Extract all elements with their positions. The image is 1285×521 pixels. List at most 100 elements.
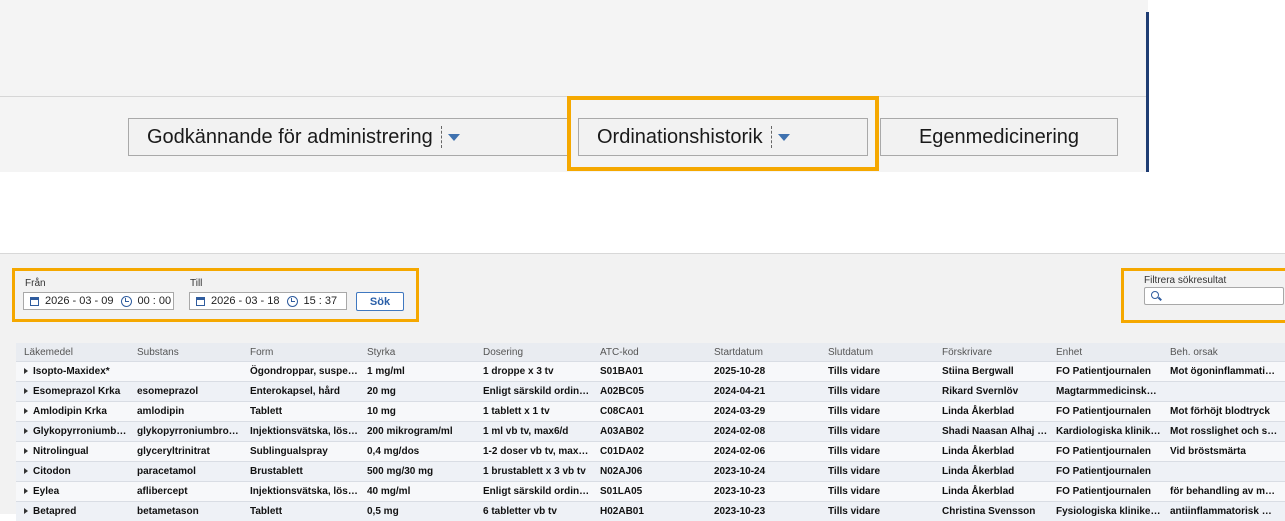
cell-text: 2024-02-06 [714, 446, 765, 457]
column-header[interactable]: Läkemedel [16, 343, 129, 362]
cell-text: FO Patientjournalen [1056, 366, 1151, 377]
table-row[interactable]: Amlodipin Krka amlodipin Tablett10 mg1 tab… [16, 402, 1285, 422]
column-header[interactable]: ATC-kod [592, 343, 706, 362]
table-cell: 2024-03-29 [706, 402, 820, 422]
highlight-frame-filter [1121, 268, 1285, 323]
expand-row-icon[interactable] [24, 448, 28, 454]
column-header[interactable]: Enhet [1048, 343, 1162, 362]
table-cell: FO Patientjournalen [1048, 482, 1162, 502]
column-header[interactable]: Dosering [475, 343, 592, 362]
table-cell: Tablett [242, 402, 359, 422]
table-row[interactable]: CitodonparacetamolBrustablett500 mg/30 m… [16, 462, 1285, 482]
column-header[interactable]: Beh. orsak [1162, 343, 1285, 362]
cell-text: 1 droppe x 3 tv [483, 366, 554, 377]
table-cell: S01BA01 [592, 362, 706, 382]
column-header[interactable]: Substans [129, 343, 242, 362]
cell-text: 1 mg/ml [367, 366, 405, 377]
table-row[interactable]: EyleaafliberceptInjektionsvätska, lös…40… [16, 482, 1285, 502]
table-row[interactable]: Glykopyrroniumb…glykopyrroniumbro…Injekt… [16, 422, 1285, 442]
table-cell [1162, 462, 1285, 482]
tab-egenmedicinering[interactable]: Egenmedicinering [880, 118, 1118, 156]
table-cell: Betapred [16, 502, 129, 521]
table-cell: A03AB02 [592, 422, 706, 442]
table-cell: 200 mikrogram/ml [359, 422, 475, 442]
table-cell: betametason [129, 502, 242, 521]
table-row[interactable]: Esomeprazol KrkaesomeprazolEnterokapsel,… [16, 382, 1285, 402]
table-cell: Linda Åkerblad [934, 482, 1048, 502]
cell-text: Mot ögoninflammati… [1170, 366, 1275, 377]
table-cell: Christina Svensson [934, 502, 1048, 521]
table-cell: Mot ögoninflammati… [1162, 362, 1285, 382]
expand-row-icon[interactable] [24, 368, 28, 374]
table-cell: Linda Åkerblad [934, 402, 1048, 422]
highlight-frame-tab [567, 96, 879, 171]
cell-text: Linda Åkerblad [942, 446, 1014, 457]
column-header[interactable]: Styrka [359, 343, 475, 362]
column-header[interactable]: Startdatum [706, 343, 820, 362]
cell-text: Mot förhöjt blodtryck [1170, 406, 1270, 417]
table-cell: Rikard Svernlöv [934, 382, 1048, 402]
table-cell: Enterokapsel, hård [242, 382, 359, 402]
column-header[interactable]: Form [242, 343, 359, 362]
table-row[interactable]: Betapredbetametason Tablett 0,5 mg6 tablet… [16, 502, 1285, 521]
expand-row-icon[interactable] [24, 388, 28, 394]
table-cell: C08CA01 [592, 402, 706, 422]
cell-text: FO Patientjournalen [1056, 486, 1151, 497]
cell-text: Tablett [250, 506, 282, 517]
table-cell: Tills vidare [820, 442, 934, 462]
table-cell: 1 tablett x 1 tv [475, 402, 592, 422]
table-cell: esomeprazol [129, 382, 242, 402]
expand-row-icon[interactable] [24, 428, 28, 434]
expand-row-icon[interactable] [24, 408, 28, 414]
cell-text: amlodipin [137, 406, 184, 417]
cell-text: 2025-10-28 [714, 366, 765, 377]
column-header[interactable]: Slutdatum [820, 343, 934, 362]
table-cell: för behandling av m… [1162, 482, 1285, 502]
cell-text: Brustablett [250, 466, 303, 477]
cell-text: 2024-04-21 [714, 386, 765, 397]
cell-text: Kardiologiska klinik… [1056, 426, 1160, 437]
cell-text: 2024-02-08 [714, 426, 765, 437]
cell-text: paracetamol [137, 466, 196, 477]
column-header[interactable]: Förskrivare [934, 343, 1048, 362]
cell-text: Enligt särskild ordin… [483, 486, 589, 497]
expand-row-icon[interactable] [24, 508, 28, 514]
table-cell: 0,5 mg [359, 502, 475, 521]
cell-text: S01LA05 [600, 486, 642, 497]
cell-text: aflibercept [137, 486, 188, 497]
cell-text: 200 mikrogram/ml [367, 426, 453, 437]
table-cell: antiinflammatorisk … [1162, 502, 1285, 521]
table-cell: aflibercept [129, 482, 242, 502]
table-cell: A02BC05 [592, 382, 706, 402]
cell-text: N02AJ06 [600, 466, 642, 477]
table-cell: 500 mg/30 mg [359, 462, 475, 482]
cell-text: A02BC05 [600, 386, 644, 397]
table-header-row: LäkemedelSubstansFormStyrkaDoseringATC-k… [16, 343, 1285, 362]
table-cell: 0,4 mg/dos [359, 442, 475, 462]
table-cell: FO Patientjournalen [1048, 442, 1162, 462]
expand-row-icon[interactable] [24, 468, 28, 474]
table-cell: 1-2 doser vb tv, max… [475, 442, 592, 462]
cell-text: Isopto-Maxidex* [33, 366, 110, 377]
table-cell: 6 tabletter vb tv [475, 502, 592, 521]
table-cell: Shadi Naasan Alhaj … [934, 422, 1048, 442]
highlight-frame-dates [12, 268, 419, 322]
tab-godkannande-administrering[interactable]: Godkännande för administrering [128, 118, 568, 156]
table-cell: Enligt särskild ordin… [475, 482, 592, 502]
prescription-history-table: LäkemedelSubstansFormStyrkaDoseringATC-k… [16, 343, 1285, 521]
table-row[interactable]: NitrolingualglyceryltrinitratSublinguals… [16, 442, 1285, 462]
cell-text: glykopyrroniumbro… [137, 426, 239, 437]
table-row[interactable]: Isopto-Maxidex*Ögondroppar, suspe…1 mg/m… [16, 362, 1285, 382]
table-cell: 10 mg [359, 402, 475, 422]
table-cell: 20 mg [359, 382, 475, 402]
table-cell: FO Patientjournalen [1048, 462, 1162, 482]
table-cell: Magtarmmedicinska… [1048, 382, 1162, 402]
cell-text: Mot rosslighet och s… [1170, 426, 1277, 437]
cell-text: Stiina Bergwall [942, 366, 1014, 377]
chevron-down-icon[interactable] [448, 134, 460, 141]
cell-text: 1-2 doser vb tv, max… [483, 446, 588, 457]
cell-text: Amlodipin Krka [33, 406, 107, 417]
table-cell: Brustablett [242, 462, 359, 482]
expand-row-icon[interactable] [24, 488, 28, 494]
table-cell: Nitrolingual [16, 442, 129, 462]
